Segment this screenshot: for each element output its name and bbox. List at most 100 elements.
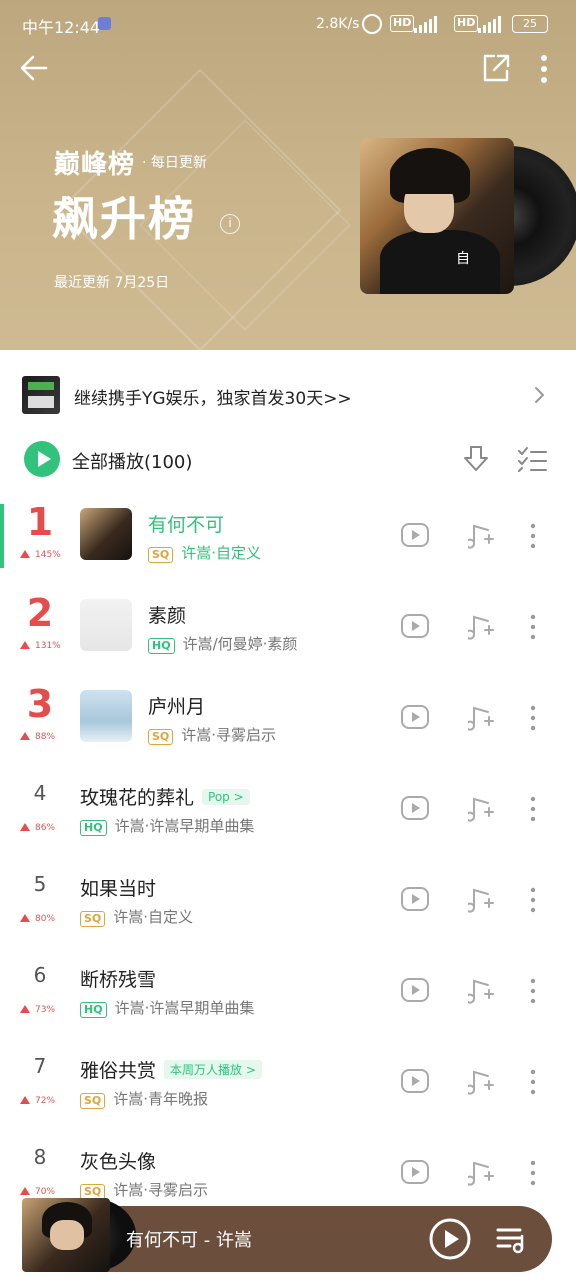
trend-badge: 70%	[20, 1187, 68, 1197]
trend-up-icon	[20, 1096, 30, 1104]
download-icon[interactable]	[462, 444, 490, 474]
song-title: 玫瑰花的葬礼 Pop >	[80, 783, 250, 810]
update-frequency: · 每日更新	[142, 155, 207, 171]
video-play-icon[interactable]	[400, 1068, 430, 1094]
chevron-right-icon	[535, 387, 544, 403]
more-options-icon[interactable]	[528, 613, 538, 641]
trend-badge: 86%	[20, 823, 68, 833]
mini-player[interactable]: 有何不可 - 许嵩	[22, 1198, 552, 1272]
add-to-playlist-icon[interactable]	[468, 977, 494, 1005]
more-options-icon[interactable]	[528, 977, 538, 1005]
song-rank: 7	[33, 1054, 47, 1078]
play-pause-icon[interactable]	[428, 1217, 472, 1261]
song-title-text: 素颜	[148, 605, 187, 627]
cover-character: 自	[456, 251, 470, 267]
play-all-button[interactable]	[24, 441, 60, 477]
chart-header: 中午12:44 2.8K/s HD HD 25 巅峰榜 · 每日更新 飙升榜 i…	[0, 0, 576, 350]
song-row[interactable]: 5 80% 如果当时 SQ 许嵩·自定义	[0, 864, 576, 955]
song-rank: 6	[33, 963, 47, 987]
more-options-icon[interactable]	[528, 704, 538, 732]
song-tag[interactable]: Pop >	[202, 789, 250, 805]
add-to-playlist-icon[interactable]	[468, 704, 494, 732]
song-title: 素颜	[148, 601, 186, 628]
song-artist-album: 许嵩·自定义	[113, 908, 194, 926]
song-artist-album: 许嵩/何曼婷·素颜	[182, 635, 298, 653]
song-row[interactable]: 1 145% 有何不可 SQ 许嵩·自定义	[0, 500, 576, 591]
promo-thumbnail	[22, 376, 60, 414]
song-list: 1 145% 有何不可 SQ 许嵩·自定义 2 131% 素颜 HQ 许嵩/何曼婷·素颜 3 88% 庐…	[0, 500, 576, 1228]
song-rank: 2	[26, 591, 54, 635]
song-album-art	[80, 508, 132, 560]
video-play-icon[interactable]	[400, 1159, 430, 1185]
song-row[interactable]: 6 73% 断桥残雪 HQ 许嵩·许嵩早期单曲集	[0, 955, 576, 1046]
trend-up-icon	[20, 732, 30, 740]
song-title-text: 灰色头像	[80, 1151, 157, 1173]
song-title: 雅俗共赏 本周万人播放 >	[80, 1056, 262, 1083]
song-artist-album: 许嵩·青年晚报	[113, 1090, 209, 1108]
play-all-label[interactable]: 全部播放(100)	[72, 448, 192, 474]
share-icon[interactable]	[480, 52, 512, 84]
back-arrow-icon[interactable]	[18, 52, 50, 84]
song-album-art	[80, 690, 132, 742]
quality-badge: SQ	[80, 1093, 106, 1109]
song-meta: HQ 许嵩/何曼婷·素颜	[148, 633, 297, 654]
trend-up-icon	[20, 823, 30, 831]
promo-banner[interactable]: 继续携手YG娱乐，独家首发30天>>	[0, 372, 576, 422]
more-options-icon[interactable]	[528, 1159, 538, 1187]
info-icon[interactable]: i	[220, 214, 240, 234]
more-options-icon[interactable]	[528, 1068, 538, 1096]
song-tag[interactable]: 本周万人播放 >	[164, 1060, 262, 1079]
song-row[interactable]: 4 86% 玫瑰花的葬礼 Pop > HQ 许嵩·许嵩早期单曲集	[0, 773, 576, 864]
trend-up-icon	[20, 1005, 30, 1013]
add-to-playlist-icon[interactable]	[468, 795, 494, 823]
status-bar: 中午12:44 2.8K/s HD HD 25	[0, 0, 576, 50]
notification-icon	[98, 17, 111, 30]
hd-indicator: HD	[390, 15, 415, 32]
add-to-playlist-icon[interactable]	[468, 522, 494, 550]
song-title-text: 如果当时	[80, 878, 157, 900]
add-to-playlist-icon[interactable]	[468, 1068, 494, 1096]
trend-value: 73%	[35, 1005, 56, 1015]
add-to-playlist-icon[interactable]	[468, 1159, 494, 1187]
video-play-icon[interactable]	[400, 704, 430, 730]
playlist-icon[interactable]	[494, 1222, 528, 1256]
song-artist-album: 许嵩·寻雾启示	[181, 726, 277, 744]
more-options-icon[interactable]	[528, 522, 538, 550]
song-title-text: 断桥残雪	[80, 969, 157, 991]
play-all-bar: 全部播放(100)	[0, 438, 576, 482]
status-time: 中午12:44	[22, 18, 101, 37]
song-meta: SQ 许嵩·青年晚报	[80, 1088, 208, 1109]
trend-value: 72%	[35, 1096, 56, 1106]
chart-cover: 自	[360, 138, 576, 294]
trend-value: 88%	[35, 732, 56, 742]
multi-select-icon[interactable]	[516, 444, 548, 474]
song-row[interactable]: 3 88% 庐州月 SQ 许嵩·寻雾启示	[0, 682, 576, 773]
song-row[interactable]: 2 131% 素颜 HQ 许嵩/何曼婷·素颜	[0, 591, 576, 682]
video-play-icon[interactable]	[400, 977, 430, 1003]
video-play-icon[interactable]	[400, 613, 430, 639]
more-options-icon[interactable]	[528, 886, 538, 914]
chart-brand: 巅峰榜	[54, 150, 136, 180]
song-row[interactable]: 7 72% 雅俗共赏 本周万人播放 > SQ 许嵩·青年晚报	[0, 1046, 576, 1137]
video-play-icon[interactable]	[400, 886, 430, 912]
add-to-playlist-icon[interactable]	[468, 886, 494, 914]
song-rank: 8	[33, 1145, 47, 1169]
trend-badge: 88%	[20, 732, 68, 742]
video-play-icon[interactable]	[400, 522, 430, 548]
trend-badge: 131%	[20, 641, 68, 651]
signal-icon	[478, 15, 501, 33]
trend-value: 70%	[35, 1187, 56, 1197]
song-album-art	[80, 599, 132, 651]
more-options-icon[interactable]	[528, 795, 538, 823]
song-rank: 3	[26, 682, 54, 726]
song-list-panel: 继续携手YG娱乐，独家首发30天>> 全部播放(100) 1 145% 有何不可 SQ…	[0, 350, 576, 1280]
trend-value: 80%	[35, 914, 56, 924]
song-meta: SQ 许嵩·寻雾启示	[148, 724, 276, 745]
quality-badge: SQ	[148, 729, 174, 745]
add-to-playlist-icon[interactable]	[468, 613, 494, 641]
more-vertical-icon[interactable]	[534, 52, 554, 86]
trend-up-icon	[20, 1187, 30, 1195]
video-play-icon[interactable]	[400, 795, 430, 821]
battery-icon: 25	[512, 15, 548, 33]
song-artist-album: 许嵩·自定义	[181, 544, 262, 562]
